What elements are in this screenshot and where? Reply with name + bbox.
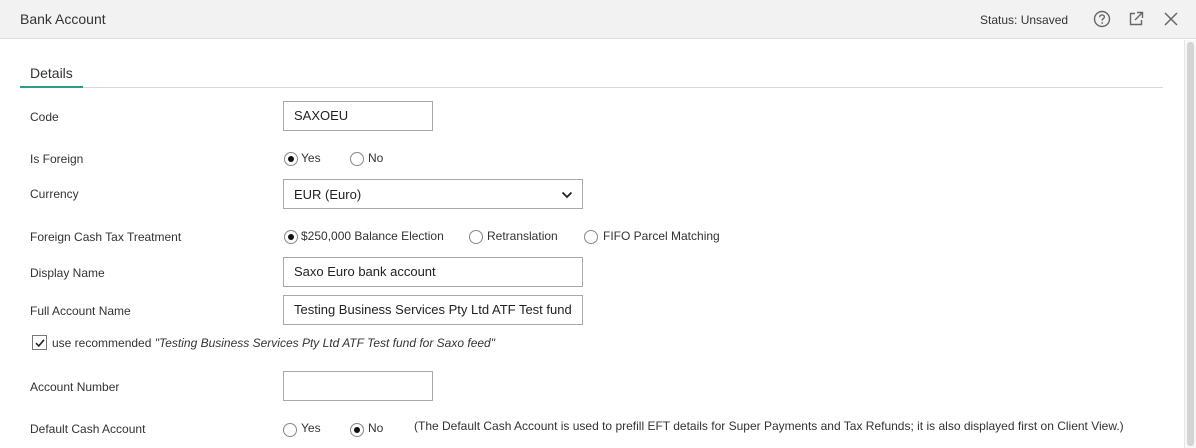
- tab-divider: [20, 87, 1163, 88]
- full-account-name-input[interactable]: Testing Business Services Pty Ltd ATF Te…: [283, 295, 583, 325]
- is-foreign-label: Is Foreign: [30, 152, 84, 166]
- recommended-name: "Testing Business Services Pty Ltd ATF T…: [154, 336, 495, 350]
- display-name-input[interactable]: Saxo Euro bank account: [283, 257, 583, 287]
- default-cash-yes-label: Yes: [301, 421, 321, 435]
- default-cash-account-label: Default Cash Account: [30, 422, 146, 436]
- full-account-name-label: Full Account Name: [30, 304, 131, 318]
- tab-details[interactable]: Details: [20, 60, 83, 88]
- chevron-down-icon: [560, 188, 574, 205]
- currency-select[interactable]: EUR (Euro): [283, 179, 583, 209]
- use-recommended-prefix: use recommended: [52, 336, 152, 350]
- currency-value: EUR (Euro): [294, 187, 362, 202]
- vertical-scrollbar[interactable]: [1184, 40, 1196, 448]
- default-cash-no-label: No: [368, 421, 384, 435]
- currency-label: Currency: [30, 187, 79, 201]
- foreign-cash-tax-label: Foreign Cash Tax Treatment: [30, 230, 182, 244]
- title-bar: Bank Account Status: Unsaved: [0, 0, 1196, 39]
- default-cash-no-radio[interactable]: [350, 423, 364, 437]
- code-label: Code: [30, 110, 59, 124]
- account-number-input[interactable]: [283, 371, 433, 401]
- popout-icon[interactable]: [1126, 9, 1146, 29]
- default-cash-note: (The Default Cash Account is used to pre…: [414, 419, 1124, 433]
- is-foreign-no-radio[interactable]: [350, 152, 364, 166]
- tax-fifo-radio[interactable]: [584, 230, 598, 244]
- default-cash-yes-radio[interactable]: [283, 423, 297, 437]
- help-icon[interactable]: [1092, 9, 1112, 29]
- is-foreign-yes-label: Yes: [301, 151, 321, 165]
- is-foreign-yes-radio[interactable]: [284, 152, 298, 166]
- close-icon[interactable]: [1161, 9, 1181, 29]
- use-recommended-text[interactable]: use recommended "Testing Business Servic…: [52, 336, 495, 350]
- tax-balance-election-label: $250,000 Balance Election: [301, 229, 444, 243]
- use-recommended-checkbox[interactable]: [32, 335, 47, 350]
- tax-retranslation-radio[interactable]: [469, 230, 483, 244]
- tax-fifo-label: FIFO Parcel Matching: [603, 229, 720, 243]
- display-name-label: Display Name: [30, 266, 105, 280]
- window-title: Bank Account: [20, 11, 106, 27]
- tax-balance-election-radio[interactable]: [284, 230, 298, 244]
- code-input[interactable]: SAXOEU: [283, 101, 433, 131]
- account-number-label: Account Number: [30, 380, 120, 394]
- is-foreign-no-label: No: [368, 151, 384, 165]
- status-text: Status: Unsaved: [980, 13, 1069, 27]
- scrollbar-thumb[interactable]: [1187, 42, 1194, 446]
- tax-retranslation-label: Retranslation: [487, 229, 558, 243]
- tab-details-label: Details: [30, 65, 73, 81]
